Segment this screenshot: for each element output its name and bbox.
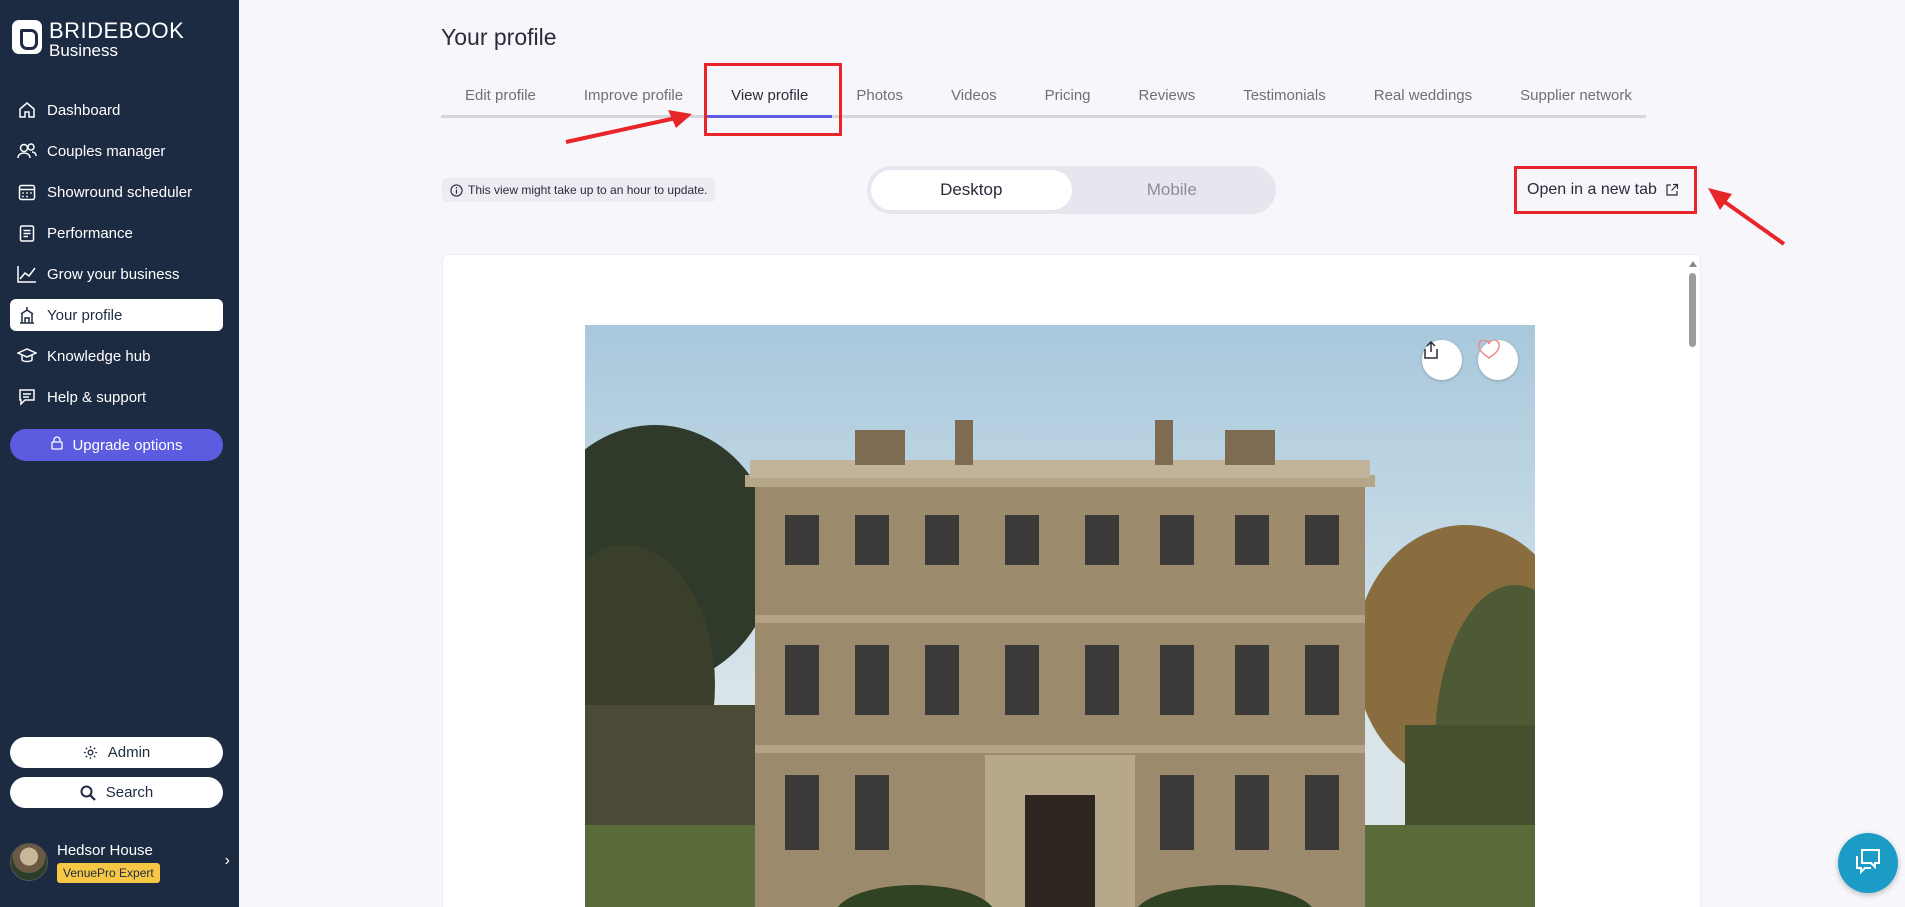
tab-testimonials[interactable]: Testimonials — [1219, 75, 1350, 115]
bridebook-logo-icon — [12, 20, 42, 54]
open-in-new-tab-link[interactable]: Open in a new tab — [1515, 166, 1691, 214]
info-note-text: This view might take up to an hour to up… — [468, 183, 708, 197]
desktop-toggle-option[interactable]: Desktop — [871, 170, 1072, 210]
open-in-new-tab-label: Open in a new tab — [1527, 181, 1657, 198]
upgrade-options-button[interactable]: Upgrade options — [10, 429, 223, 461]
lock-icon — [50, 436, 64, 454]
home-icon — [17, 100, 37, 120]
search-button[interactable]: Search — [10, 777, 223, 808]
venue-icon — [17, 305, 37, 325]
sidebar-item-label: Your profile — [47, 306, 123, 324]
sidebar-item-grow-your-business[interactable]: Grow your business — [10, 258, 223, 290]
sidebar-item-help-support[interactable]: Help & support — [10, 381, 223, 413]
chevron-right-icon: › — [224, 852, 230, 869]
sidebar-item-label: Grow your business — [47, 265, 180, 283]
sidebar-item-label: Knowledge hub — [47, 347, 151, 365]
upgrade-options-label: Upgrade options — [72, 436, 183, 454]
info-icon — [450, 183, 463, 197]
venue-hero-image — [585, 325, 1535, 907]
sidebar-item-showround-scheduler[interactable]: Showround scheduler — [10, 176, 223, 208]
clipboard-icon — [17, 223, 37, 243]
chat-support-button[interactable] — [1838, 833, 1898, 893]
sidebar-item-label: Performance — [47, 224, 133, 242]
sidebar-item-label: Dashboard — [47, 101, 121, 119]
sidebar: BRIDEBOOK Business Dashboard Couples man… — [0, 0, 239, 907]
gear-icon — [83, 745, 98, 760]
device-toggle: Desktop Mobile — [867, 166, 1276, 214]
users-icon — [17, 141, 37, 161]
tab-supplier-network[interactable]: Supplier network — [1496, 75, 1656, 115]
chart-line-icon — [17, 264, 37, 284]
preview-scrollbar[interactable] — [1686, 255, 1700, 907]
sidebar-item-performance[interactable]: Performance — [10, 217, 223, 249]
share-button[interactable] — [1422, 340, 1462, 380]
chat-icon — [1853, 847, 1883, 880]
arrow-to-open-new-tab-icon — [1708, 188, 1786, 246]
profile-preview-frame[interactable] — [442, 254, 1701, 907]
scroll-thumb[interactable] — [1689, 273, 1696, 347]
message-icon — [17, 387, 37, 407]
brand-sub: Business — [49, 41, 118, 60]
status-badge: VenuePro Expert — [57, 862, 160, 883]
venue-photo — [585, 420, 1535, 907]
sidebar-item-your-profile[interactable]: Your profile — [10, 299, 223, 331]
tab-videos[interactable]: Videos — [927, 75, 1021, 115]
tab-pricing[interactable]: Pricing — [1021, 75, 1115, 115]
search-icon — [80, 785, 96, 801]
admin-label: Admin — [107, 744, 151, 761]
tab-photos[interactable]: Photos — [832, 75, 927, 115]
sidebar-item-dashboard[interactable]: Dashboard — [10, 94, 223, 126]
account-switcher[interactable]: Hedsor House VenuePro Expert › — [10, 840, 230, 884]
sidebar-item-couples-manager[interactable]: Couples manager — [10, 135, 223, 167]
tab-edit-profile[interactable]: Edit profile — [441, 75, 560, 115]
sidebar-item-knowledge-hub[interactable]: Knowledge hub — [10, 340, 223, 372]
external-link-icon — [1665, 183, 1679, 197]
sidebar-item-label: Showround scheduler — [47, 183, 193, 201]
tab-view-profile[interactable]: View profile — [707, 75, 833, 118]
sidebar-item-label: Help & support — [47, 388, 147, 406]
sidebar-item-label: Couples manager — [47, 142, 166, 160]
tab-reviews[interactable]: Reviews — [1115, 75, 1220, 115]
admin-button[interactable]: Admin — [10, 737, 223, 768]
mobile-toggle-option[interactable]: Mobile — [1072, 170, 1273, 210]
scroll-up-arrow-icon[interactable] — [1689, 261, 1697, 267]
account-name: Hedsor House — [57, 841, 153, 859]
graduation-cap-icon — [17, 346, 37, 366]
profile-tabs: Edit profile Improve profile View profil… — [441, 75, 1646, 118]
tab-real-weddings[interactable]: Real weddings — [1350, 75, 1496, 115]
update-info-note: This view might take up to an hour to up… — [442, 178, 716, 202]
search-label: Search — [105, 784, 154, 801]
favorite-button[interactable] — [1478, 340, 1518, 380]
brand-name: BRIDEBOOK — [49, 18, 185, 43]
sidebar-nav: Dashboard Couples manager Showround sche… — [10, 94, 223, 422]
bridebook-logo[interactable]: BRIDEBOOK Business — [12, 20, 184, 59]
page-title: Your profile — [441, 24, 557, 50]
tab-improve-profile[interactable]: Improve profile — [560, 75, 707, 115]
avatar — [10, 843, 48, 881]
calendar-icon — [17, 182, 37, 202]
